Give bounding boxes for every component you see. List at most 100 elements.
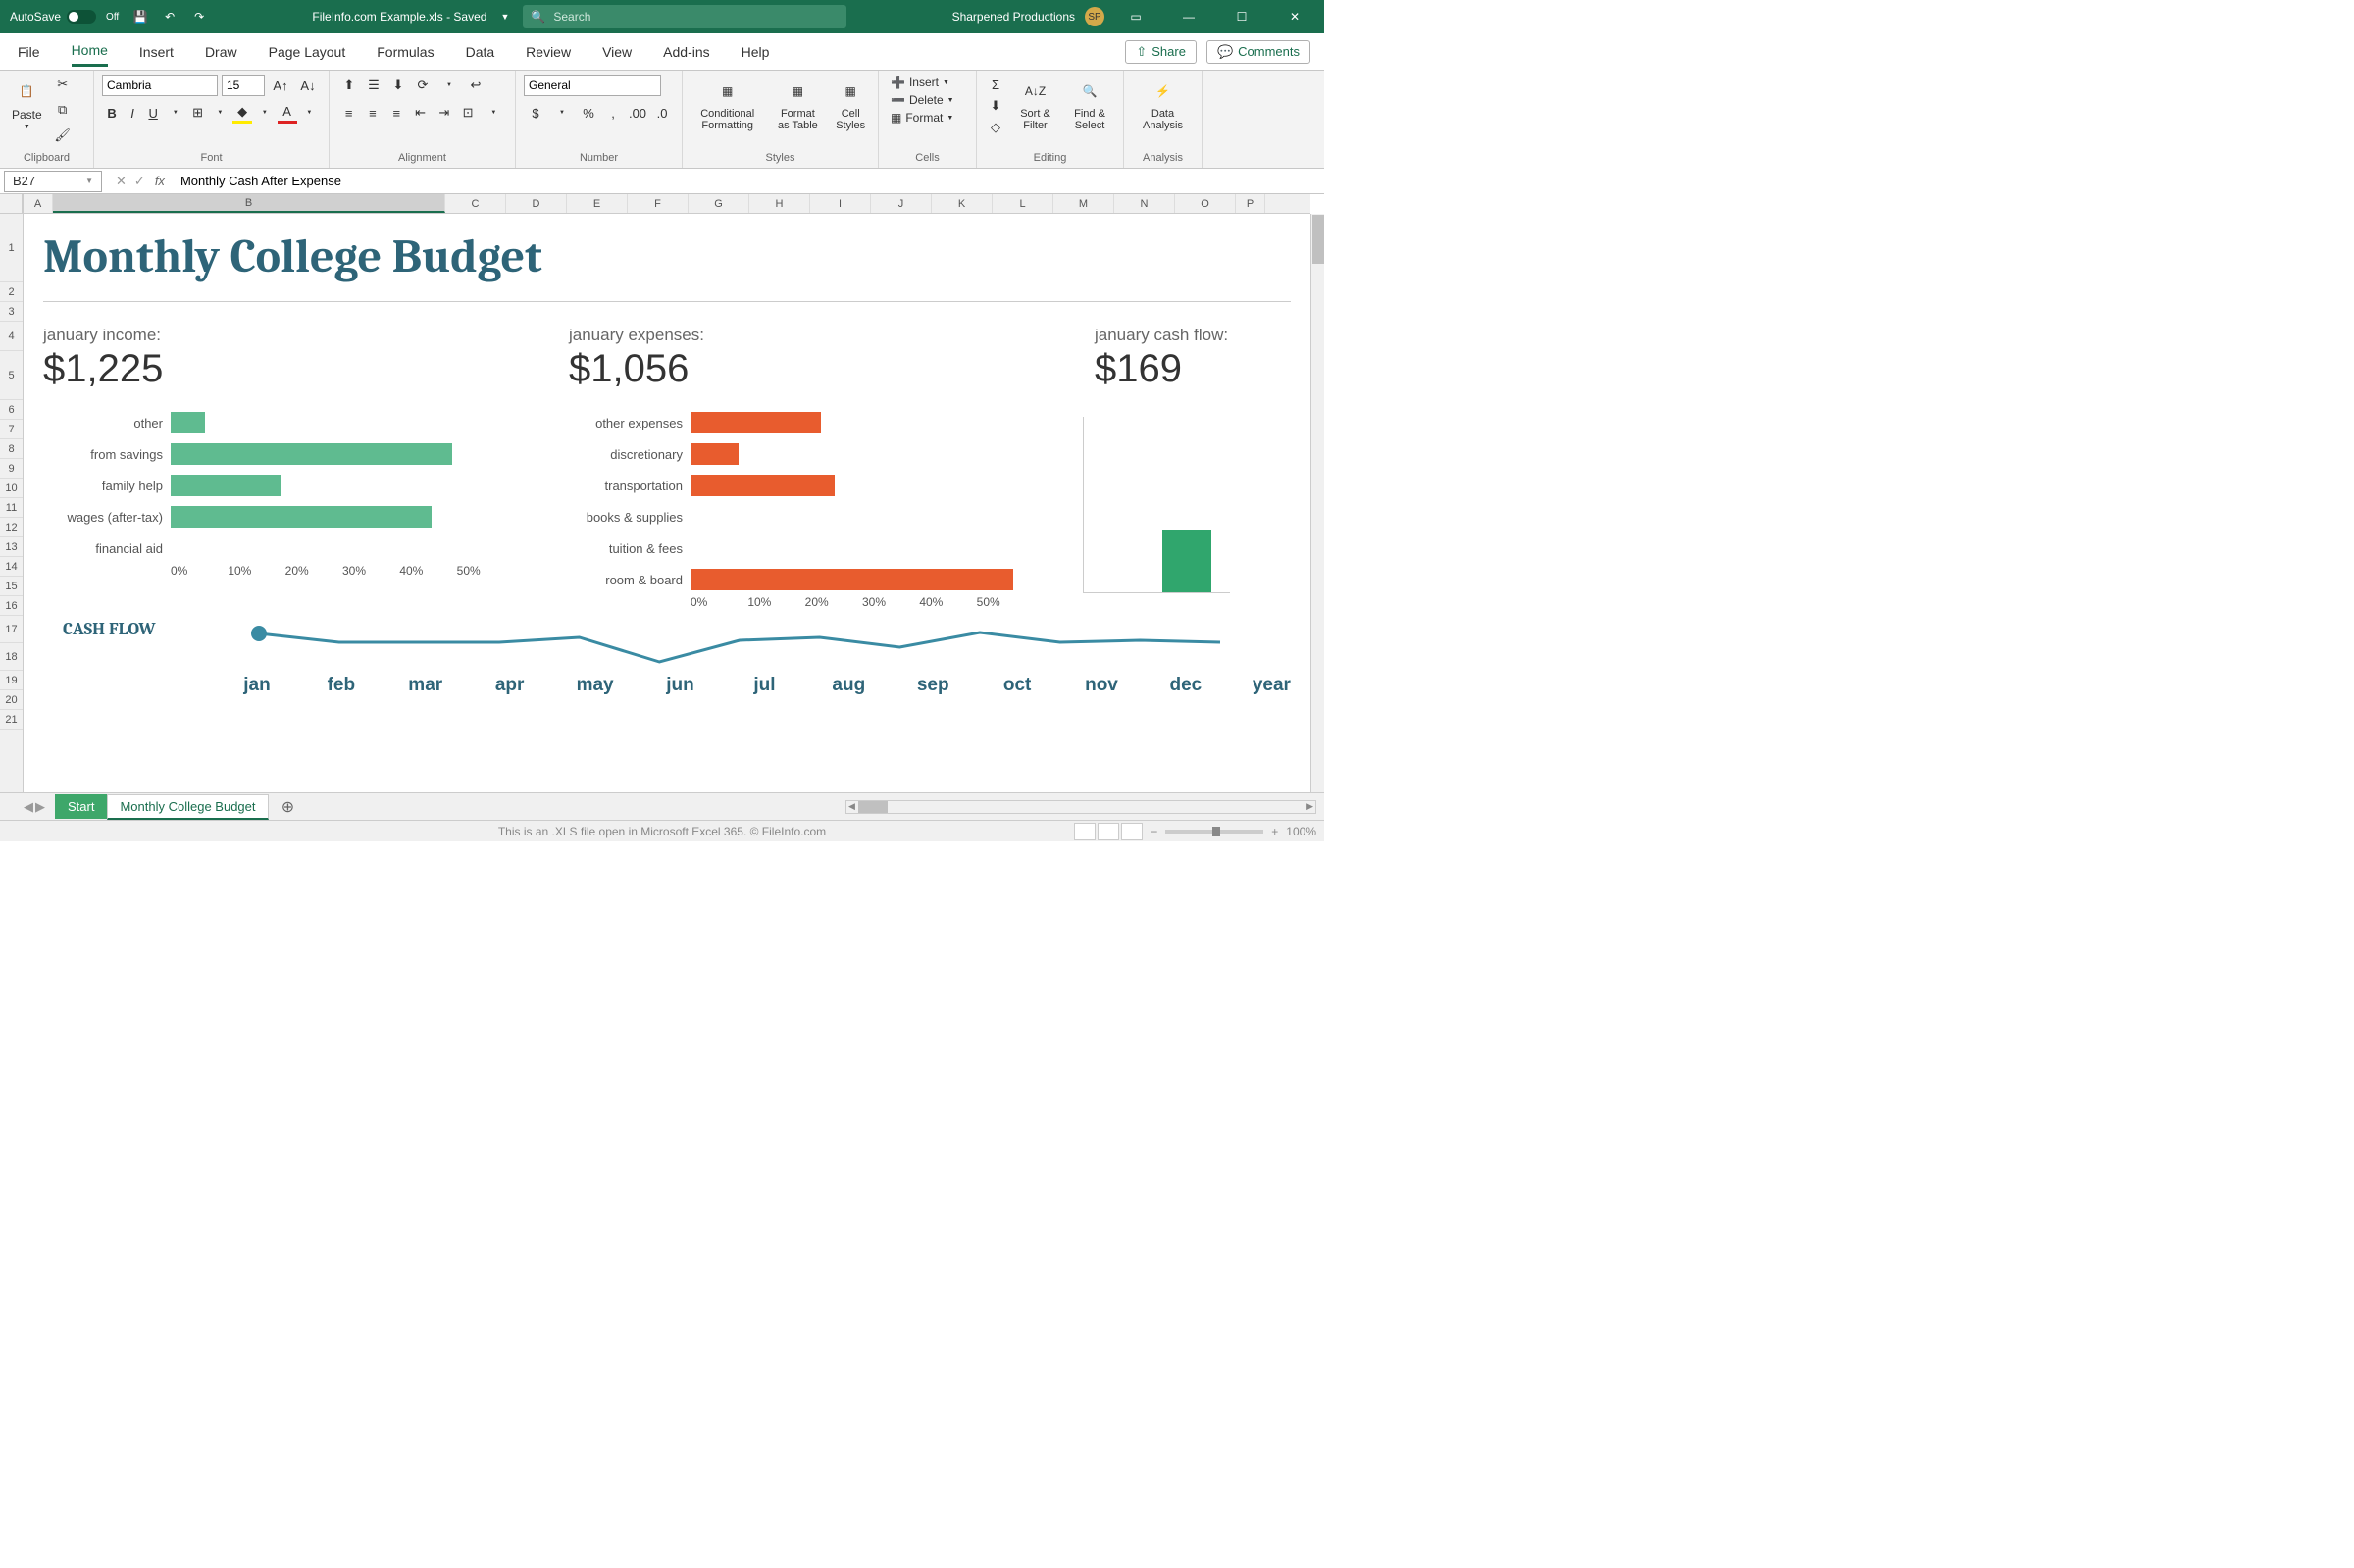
worksheet-content[interactable]: Monthly College Budget january income: $… xyxy=(24,214,1310,792)
align-right-icon[interactable]: ≡ xyxy=(385,102,408,124)
horizontal-scrollbar[interactable]: ◀ ▶ xyxy=(845,800,1316,814)
number-format-select[interactable] xyxy=(524,75,661,96)
col-header-D[interactable]: D xyxy=(506,194,567,213)
percent-icon[interactable]: % xyxy=(577,102,600,124)
zoom-in-button[interactable]: + xyxy=(1271,825,1278,838)
col-header-N[interactable]: N xyxy=(1114,194,1175,213)
col-header-J[interactable]: J xyxy=(871,194,932,213)
col-header-M[interactable]: M xyxy=(1053,194,1114,213)
tab-formulas[interactable]: Formulas xyxy=(377,38,434,66)
font-color-button[interactable]: A xyxy=(278,102,297,124)
font-name-select[interactable] xyxy=(102,75,218,96)
increase-indent-icon[interactable]: ⇥ xyxy=(433,102,455,124)
format-as-table-button[interactable]: ▦ Format as Table xyxy=(770,75,825,133)
col-header-C[interactable]: C xyxy=(445,194,506,213)
row-header-1[interactable]: 1 xyxy=(0,214,23,282)
delete-cells-button[interactable]: ➖Delete▼ xyxy=(887,92,968,108)
undo-icon[interactable]: ↶ xyxy=(162,9,178,25)
increase-decimal-icon[interactable]: .00 xyxy=(626,102,649,124)
redo-icon[interactable]: ↷ xyxy=(191,9,207,25)
autosum-icon[interactable]: Σ xyxy=(985,75,1006,94)
page-layout-view-button[interactable] xyxy=(1098,823,1119,840)
col-header-B[interactable]: B xyxy=(53,194,445,213)
fill-icon[interactable]: ⬇ xyxy=(985,96,1006,116)
ribbon-options-icon[interactable]: ▭ xyxy=(1114,0,1157,33)
tab-home[interactable]: Home xyxy=(72,36,108,67)
row-header-9[interactable]: 9 xyxy=(0,459,23,479)
paste-button[interactable]: 📋 Paste▼ xyxy=(8,75,46,132)
accept-formula-icon[interactable]: ✓ xyxy=(134,174,145,189)
format-painter-icon[interactable]: 🖌 xyxy=(52,126,74,145)
zoom-slider[interactable] xyxy=(1165,830,1263,834)
zoom-out-button[interactable]: − xyxy=(1151,825,1157,838)
row-header-11[interactable]: 11 xyxy=(0,498,23,518)
clear-icon[interactable]: ◇ xyxy=(985,118,1006,137)
align-top-icon[interactable]: ⬆ xyxy=(337,75,361,96)
cell-styles-button[interactable]: ▦ Cell Styles xyxy=(831,75,870,133)
add-sheet-button[interactable]: ⊕ xyxy=(277,795,300,819)
col-header-P[interactable]: P xyxy=(1236,194,1265,213)
align-left-icon[interactable]: ≡ xyxy=(337,102,360,124)
currency-icon[interactable]: $ xyxy=(524,102,547,124)
tab-data[interactable]: Data xyxy=(466,38,495,66)
vertical-scrollbar[interactable] xyxy=(1310,214,1324,792)
row-header-7[interactable]: 7 xyxy=(0,420,23,439)
row-header-2[interactable]: 2 xyxy=(0,282,23,302)
page-break-view-button[interactable] xyxy=(1121,823,1143,840)
row-header-14[interactable]: 14 xyxy=(0,557,23,577)
tab-insert[interactable]: Insert xyxy=(139,38,174,66)
comma-icon[interactable]: , xyxy=(601,102,625,124)
align-center-icon[interactable]: ≡ xyxy=(361,102,384,124)
tab-next-icon[interactable]: ▶ xyxy=(35,799,45,815)
minimize-icon[interactable]: — xyxy=(1167,0,1210,33)
col-header-G[interactable]: G xyxy=(689,194,749,213)
tab-page-layout[interactable]: Page Layout xyxy=(269,38,346,66)
copy-icon[interactable]: ⧉ xyxy=(52,100,74,120)
col-header-E[interactable]: E xyxy=(567,194,628,213)
tab-review[interactable]: Review xyxy=(526,38,571,66)
font-color-dropdown[interactable]: ▼ xyxy=(298,102,321,124)
row-header-4[interactable]: 4 xyxy=(0,322,23,351)
comments-button[interactable]: 💬Comments xyxy=(1206,40,1310,64)
row-header-12[interactable]: 12 xyxy=(0,518,23,537)
name-box[interactable]: B27▼ xyxy=(4,171,102,192)
decrease-indent-icon[interactable]: ⇤ xyxy=(409,102,432,124)
col-header-H[interactable]: H xyxy=(749,194,810,213)
col-header-A[interactable]: A xyxy=(24,194,53,213)
find-select-button[interactable]: 🔍 Find & Select xyxy=(1064,75,1115,133)
font-size-select[interactable] xyxy=(222,75,265,96)
row-header-3[interactable]: 3 xyxy=(0,302,23,322)
tab-addins[interactable]: Add-ins xyxy=(663,38,709,66)
cancel-formula-icon[interactable]: ✕ xyxy=(116,174,127,189)
row-header-18[interactable]: 18 xyxy=(0,643,23,671)
sheet-tab-budget[interactable]: Monthly College Budget xyxy=(107,794,268,820)
col-header-L[interactable]: L xyxy=(993,194,1053,213)
bold-button[interactable]: B xyxy=(102,102,122,124)
insert-cells-button[interactable]: ➕Insert▼ xyxy=(887,75,968,90)
row-header-15[interactable]: 15 xyxy=(0,577,23,596)
format-cells-button[interactable]: ▦Format▼ xyxy=(887,110,968,126)
row-header-19[interactable]: 19 xyxy=(0,671,23,690)
tab-draw[interactable]: Draw xyxy=(205,38,237,66)
orientation-icon[interactable]: ⟳ xyxy=(411,75,435,96)
border-dropdown[interactable]: ▼ xyxy=(209,102,231,124)
tab-file[interactable]: File xyxy=(18,38,40,66)
decrease-font-icon[interactable]: A↓ xyxy=(296,75,320,96)
user-name[interactable]: Sharpened Productions xyxy=(952,10,1075,24)
autosave-toggle[interactable]: AutoSave Off xyxy=(10,10,119,24)
normal-view-button[interactable] xyxy=(1074,823,1096,840)
underline-button[interactable]: U xyxy=(143,102,163,124)
tab-help[interactable]: Help xyxy=(742,38,770,66)
col-header-K[interactable]: K xyxy=(932,194,993,213)
row-header-20[interactable]: 20 xyxy=(0,690,23,710)
align-middle-icon[interactable]: ☰ xyxy=(362,75,385,96)
align-bottom-icon[interactable]: ⬇ xyxy=(386,75,410,96)
formula-input[interactable] xyxy=(173,174,1324,188)
sort-filter-button[interactable]: A↓Z Sort & Filter xyxy=(1012,75,1058,133)
border-button[interactable]: ⊞ xyxy=(188,102,208,124)
sheet-tab-start[interactable]: Start xyxy=(55,794,107,819)
decrease-decimal-icon[interactable]: .0 xyxy=(650,102,674,124)
row-header-16[interactable]: 16 xyxy=(0,596,23,616)
row-header-17[interactable]: 17 xyxy=(0,616,23,643)
search-box[interactable]: 🔍 Search xyxy=(523,5,846,28)
